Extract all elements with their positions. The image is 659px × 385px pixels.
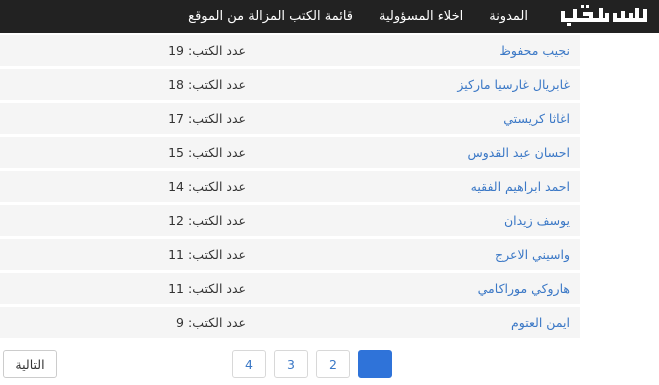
book-count-value: 19	[168, 43, 184, 58]
book-count: عدد الكتب: 17	[168, 103, 246, 134]
author-row: احمد ابراهيم الفقيه عدد الكتب: 14	[0, 171, 580, 202]
author-row: يوسف زيدان عدد الكتب: 12	[0, 205, 580, 236]
pagination: 234	[232, 350, 392, 378]
author-link[interactable]: اغاثا كريستي	[503, 103, 570, 134]
top-navbar: المدونة اخلاء المسؤولية قائمة الكتب المزال…	[0, 0, 659, 33]
next-page-button[interactable]: التالية	[3, 350, 57, 378]
page-button[interactable]: 2	[316, 350, 350, 378]
author-link[interactable]: ايمن العتوم	[511, 307, 570, 338]
book-count: عدد الكتب: 15	[168, 137, 246, 168]
book-count: عدد الكتب: 14	[168, 171, 246, 202]
book-count-value: 15	[168, 145, 184, 160]
book-count: عدد الكتب: 12	[168, 205, 246, 236]
author-row: هاروكي موراكامي عدد الكتب: 11	[0, 273, 580, 304]
book-count-label: عدد الكتب:	[187, 213, 246, 228]
author-link[interactable]: هاروكي موراكامي	[478, 273, 570, 304]
book-count-label: عدد الكتب:	[187, 281, 246, 296]
nav-link[interactable]: اخلاء المسؤولية	[366, 0, 476, 33]
nav-item: قائمة الكتب المزالة من الموقع	[175, 0, 366, 33]
book-count: عدد الكتب: 9	[176, 307, 246, 338]
book-count-value: 14	[168, 179, 184, 194]
book-count: عدد الكتب: 11	[168, 273, 246, 304]
book-count: عدد الكتب: 11	[168, 239, 246, 270]
nav-links: المدونة اخلاء المسؤولية قائمة الكتب المزال…	[175, 0, 541, 33]
book-count-value: 18	[168, 77, 184, 92]
author-link[interactable]: غابريال غارسيا ماركيز	[457, 69, 570, 100]
page-button[interactable]: 4	[232, 350, 266, 378]
author-link[interactable]: واسيني الاعرج	[495, 239, 570, 270]
book-count-value: 11	[168, 247, 184, 262]
author-link[interactable]: احسان عبد القدوس	[467, 137, 570, 168]
book-count-label: عدد الكتب:	[187, 77, 246, 92]
nav-link[interactable]: قائمة الكتب المزالة من الموقع	[175, 0, 366, 33]
author-link[interactable]: يوسف زيدان	[504, 205, 570, 236]
book-count: عدد الكتب: 19	[168, 35, 246, 66]
current-page-button[interactable]	[358, 350, 392, 378]
nav-link[interactable]: المدونة	[476, 0, 541, 33]
author-row: ايمن العتوم عدد الكتب: 9	[0, 307, 580, 338]
nav-item: اخلاء المسؤولية	[366, 0, 476, 33]
nav-item: المدونة	[476, 0, 541, 33]
book-count-value: 9	[176, 315, 184, 330]
book-count-value: 11	[168, 281, 184, 296]
book-count-label: عدد الكتب:	[187, 315, 246, 330]
book-count: عدد الكتب: 18	[168, 69, 246, 100]
author-row: نجيب محفوظ عدد الكتب: 19	[0, 35, 580, 66]
author-link[interactable]: نجيب محفوظ	[499, 35, 570, 66]
book-count-value: 12	[168, 213, 184, 228]
page-button[interactable]: 3	[274, 350, 308, 378]
book-count-label: عدد الكتب:	[187, 247, 246, 262]
site-logo[interactable]	[555, 5, 651, 27]
book-count-label: عدد الكتب:	[187, 145, 246, 160]
authors-list: نجيب محفوظ عدد الكتب: 19 غابريال غارسيا مار…	[0, 35, 580, 338]
author-row: احسان عبد القدوس عدد الكتب: 15	[0, 137, 580, 168]
author-row: اغاثا كريستي عدد الكتب: 17	[0, 103, 580, 134]
book-count-value: 17	[168, 111, 184, 126]
book-count-label: عدد الكتب:	[187, 43, 246, 58]
book-count-label: عدد الكتب:	[187, 111, 246, 126]
author-link[interactable]: احمد ابراهيم الفقيه	[471, 171, 570, 202]
author-row: غابريال غارسيا ماركيز عدد الكتب: 18	[0, 69, 580, 100]
author-row: واسيني الاعرج عدد الكتب: 11	[0, 239, 580, 270]
book-count-label: عدد الكتب:	[187, 179, 246, 194]
